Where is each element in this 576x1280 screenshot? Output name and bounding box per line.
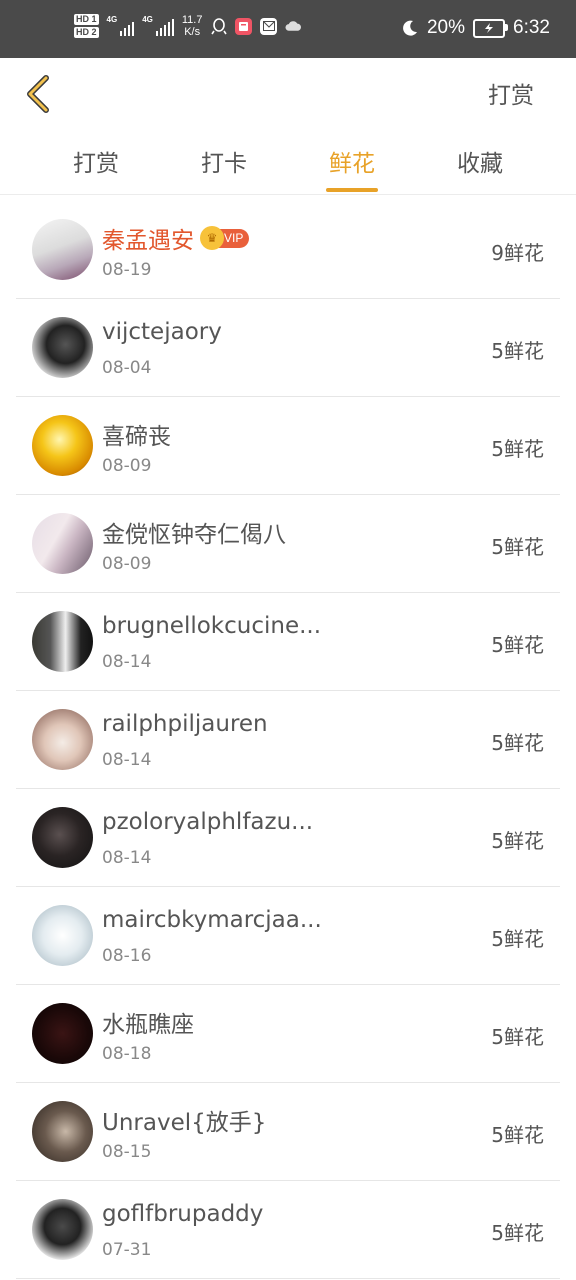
flower-count: 5鲜花: [491, 535, 544, 559]
item-date: 08-14: [102, 652, 152, 672]
list-item[interactable]: pzoloryalphlfazu... 08-14 5鲜花: [16, 789, 560, 887]
flower-count: 5鲜花: [491, 633, 544, 657]
item-date: 08-09: [102, 456, 152, 476]
chevron-left-icon: [27, 75, 49, 113]
status-right: 20% 6:32: [401, 17, 550, 39]
avatar[interactable]: [32, 709, 93, 770]
network-speed: 11.7 K/s: [182, 14, 203, 38]
tab-reward[interactable]: 打赏: [32, 130, 160, 194]
vip-badge: ♛ VIP: [200, 225, 250, 250]
avatar[interactable]: [32, 905, 93, 966]
item-date: 08-14: [102, 750, 152, 770]
flower-count: 5鲜花: [491, 339, 544, 363]
flower-count: 5鲜花: [491, 1123, 544, 1147]
item-date: 08-09: [102, 554, 152, 574]
book-app-icon: [235, 17, 253, 35]
item-date: 07-31: [102, 1240, 152, 1260]
back-button[interactable]: [22, 72, 62, 116]
list-item[interactable]: Unravel{放手} 08-15 5鲜花: [16, 1083, 560, 1181]
user-name-text: 秦孟遇安: [102, 228, 194, 254]
moon-icon: [401, 19, 419, 37]
battery-percent: 20%: [426, 17, 466, 38]
user-name: vijctejaory: [102, 319, 222, 345]
item-date: 08-15: [102, 1142, 152, 1162]
list-item[interactable]: vijctejaory 08-04 5鲜花: [16, 299, 560, 397]
status-bar: HD 1 HD 2 4G 4G 11.7 K/s 20% 6:32: [0, 0, 576, 58]
list-item[interactable]: 喜碲丧 08-09 5鲜花: [16, 397, 560, 495]
qq-icon: [210, 17, 227, 35]
avatar[interactable]: [32, 415, 93, 476]
avatar[interactable]: [32, 611, 93, 672]
user-name: pzoloryalphlfazu...: [102, 809, 314, 835]
net1-label: 4G: [106, 15, 118, 24]
flower-count: 9鲜花: [491, 241, 544, 265]
signal-1-icon: 4G: [107, 16, 135, 36]
clock: 6:32: [513, 17, 550, 38]
avatar[interactable]: [32, 807, 93, 868]
user-name: railphpiljauren: [102, 711, 268, 737]
avatar[interactable]: [32, 219, 93, 280]
tab-favorites[interactable]: 收藏: [416, 130, 544, 194]
item-date: 08-04: [102, 358, 152, 378]
speed-value: 11.7: [181, 14, 203, 26]
user-name: 金傥怄钟夺仁偈八: [102, 522, 286, 548]
user-name: 秦孟遇安 ♛ VIP: [102, 221, 250, 255]
flower-list: 秦孟遇安 ♛ VIP 08-19 9鲜花 vijctejaory 08-04 5鲜…: [0, 201, 576, 1279]
reward-button[interactable]: 打赏: [488, 76, 534, 110]
flower-count: 5鲜花: [491, 1025, 544, 1049]
avatar[interactable]: [32, 1101, 93, 1162]
tab-flowers[interactable]: 鲜花: [288, 130, 416, 194]
item-date: 08-18: [102, 1044, 152, 1064]
vip-badge-label: VIP: [224, 231, 244, 245]
mail-app-icon: [260, 17, 278, 35]
flower-count: 5鲜花: [491, 437, 544, 461]
speed-unit: K/s: [184, 26, 201, 38]
user-name: 喜碲丧: [102, 424, 171, 450]
item-date: 08-16: [102, 946, 152, 966]
list-item[interactable]: railphpiljauren 08-14 5鲜花: [16, 691, 560, 789]
user-name: goflfbrupaddy: [102, 1201, 264, 1227]
hd-indicator: HD 1 HD 2: [74, 14, 99, 38]
battery-icon: [473, 18, 509, 38]
user-name: Unravel{放手}: [102, 1110, 267, 1136]
flower-count: 5鲜花: [491, 927, 544, 951]
list-item[interactable]: maircbkymarcjaa... 08-16 5鲜花: [16, 887, 560, 985]
list-item[interactable]: 水瓶瞧座 08-18 5鲜花: [16, 985, 560, 1083]
flower-count: 5鲜花: [491, 731, 544, 755]
crown-icon: ♛: [200, 225, 224, 250]
avatar[interactable]: [32, 1003, 93, 1064]
tab-bar: 打赏 打卡 鲜花 收藏: [0, 130, 576, 195]
item-date: 08-19: [102, 260, 152, 280]
hd2-label: HD 2: [74, 27, 99, 38]
avatar[interactable]: [32, 1199, 93, 1260]
flower-count: 5鲜花: [491, 1221, 544, 1245]
status-left: HD 1 HD 2 4G 4G 11.7 K/s: [74, 14, 302, 38]
list-item[interactable]: goflfbrupaddy 07-31 5鲜花: [16, 1181, 560, 1279]
avatar[interactable]: [32, 317, 93, 378]
signal-2-icon: 4G: [142, 16, 174, 36]
flower-count: 5鲜花: [491, 829, 544, 853]
list-item[interactable]: 金傥怄钟夺仁偈八 08-09 5鲜花: [16, 495, 560, 593]
app-header: 打赏: [0, 58, 576, 130]
net2-label: 4G: [142, 15, 153, 24]
hd1-label: HD 1: [74, 14, 99, 25]
list-item[interactable]: brugnellokcucine... 08-14 5鲜花: [16, 593, 560, 691]
list-item[interactable]: 秦孟遇安 ♛ VIP 08-19 9鲜花: [16, 201, 560, 299]
item-date: 08-14: [102, 848, 152, 868]
user-name: 水瓶瞧座: [102, 1012, 194, 1038]
tab-checkin[interactable]: 打卡: [160, 130, 288, 194]
avatar[interactable]: [32, 513, 93, 574]
cloud-icon: [285, 18, 302, 35]
user-name: maircbkymarcjaa...: [102, 907, 322, 933]
user-name: brugnellokcucine...: [102, 613, 322, 639]
